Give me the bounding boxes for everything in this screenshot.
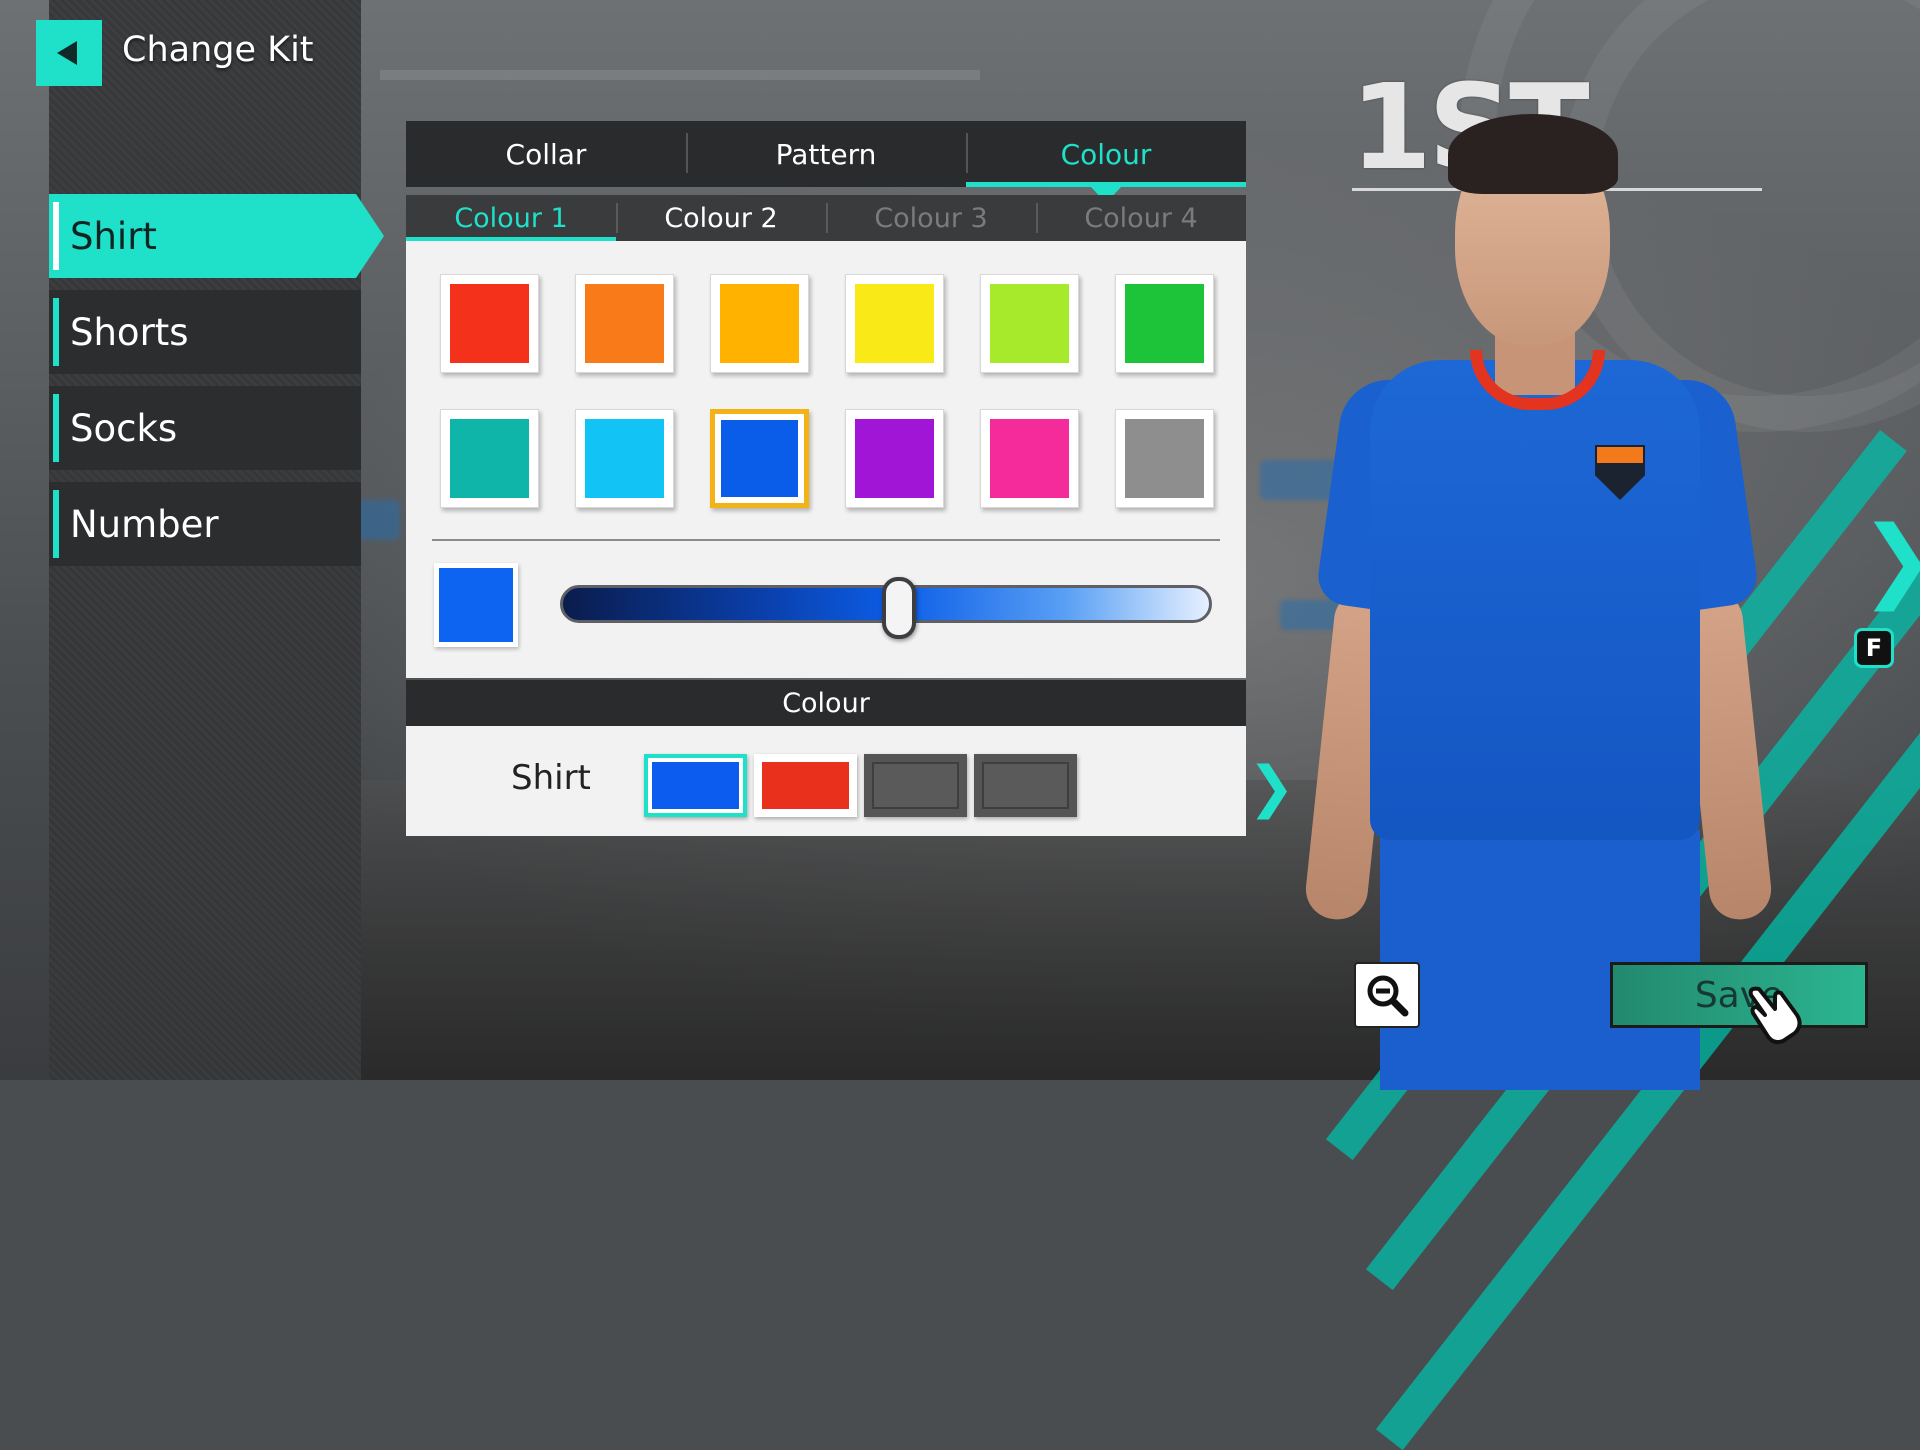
tab-collar[interactable]: Collar (406, 121, 686, 187)
kit-colour-slot[interactable] (864, 754, 967, 817)
top-tab-bar: Collar Pattern Colour (406, 121, 1246, 203)
player-model (1300, 110, 1820, 1090)
tab-colour-3: Colour 3 (826, 195, 1036, 241)
swatch-grid (440, 274, 1214, 508)
chevron-right-icon[interactable]: ❯ (1248, 760, 1295, 816)
back-arrow-icon (57, 41, 77, 65)
colour-swatch[interactable] (845, 274, 944, 373)
pointer-hand-icon (1748, 986, 1802, 1045)
divider (432, 539, 1220, 541)
colour-swatch[interactable] (980, 409, 1079, 508)
colour-swatch[interactable] (710, 409, 809, 508)
zoom-out-icon (1367, 975, 1409, 1017)
zoom-out-button[interactable] (1354, 962, 1420, 1028)
page-title: Change Kit (122, 30, 314, 70)
tab-colour-1[interactable]: Colour 1 (406, 195, 616, 241)
kit-colour-slot[interactable] (644, 754, 747, 817)
sidebar-item-label: Socks (70, 406, 178, 450)
colour-slot-tabs: Colour 1 Colour 2 Colour 3 Colour 4 (406, 195, 1246, 241)
sidebar-item-number[interactable]: Number (49, 482, 361, 566)
tab-pattern[interactable]: Pattern (686, 121, 966, 187)
colour-swatch[interactable] (1115, 274, 1214, 373)
tab-colour[interactable]: Colour (966, 121, 1246, 203)
colour-preview (434, 563, 518, 647)
colour-swatch[interactable] (575, 274, 674, 373)
tab-colour-4: Colour 4 (1036, 195, 1246, 241)
colour-swatch[interactable] (710, 274, 809, 373)
sidebar-item-shirt[interactable]: Shirt (49, 194, 384, 278)
sidebar-item-shorts[interactable]: Shorts (49, 290, 361, 374)
colour-swatch[interactable] (575, 409, 674, 508)
kit-colour-slot[interactable] (974, 754, 1077, 817)
colour-swatch[interactable] (980, 274, 1079, 373)
back-button[interactable] (36, 20, 102, 86)
sidebar-item-label: Shorts (70, 310, 189, 354)
colour-summary-label: Shirt (511, 758, 591, 798)
next-kit-chevron-icon[interactable]: ❯ (1860, 515, 1920, 605)
kit-colour-slot[interactable] (754, 754, 857, 817)
save-button[interactable]: Save (1610, 962, 1868, 1028)
tab-colour-2[interactable]: Colour 2 (616, 195, 826, 241)
colour-palette (406, 241, 1246, 678)
sidebar-item-label: Shirt (70, 214, 157, 258)
f-key-hint: F (1854, 628, 1894, 668)
shade-slider-handle[interactable] (882, 577, 917, 639)
colour-swatch[interactable] (1115, 409, 1214, 508)
colour-swatch[interactable] (440, 409, 539, 508)
colour-swatch[interactable] (845, 409, 944, 508)
colour-summary-header: Colour (406, 680, 1246, 726)
colour-swatch[interactable] (440, 274, 539, 373)
sidebar-item-socks[interactable]: Socks (49, 386, 361, 470)
colour-summary-row: Shirt (406, 726, 1246, 836)
sidebar-item-label: Number (70, 502, 219, 546)
